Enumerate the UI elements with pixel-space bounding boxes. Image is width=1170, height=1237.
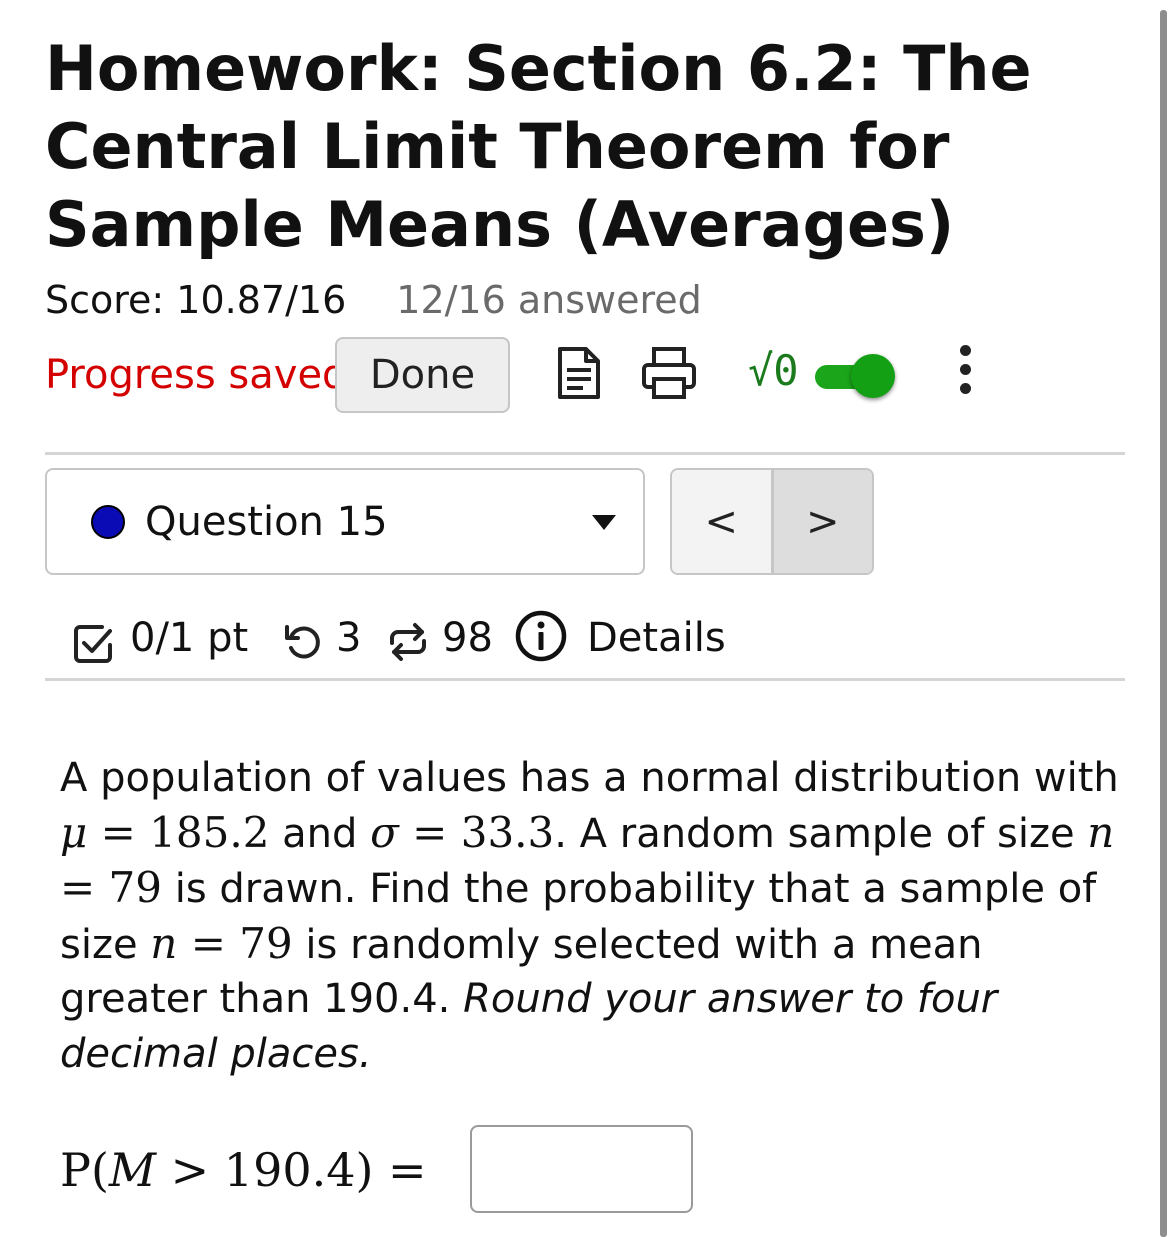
divider — [45, 678, 1125, 681]
done-button[interactable]: Done — [335, 337, 510, 413]
divider — [45, 452, 1125, 455]
document-icon[interactable] — [555, 345, 603, 405]
retry-icon — [282, 617, 324, 683]
toggle-switch[interactable] — [815, 354, 895, 400]
answer-input[interactable] — [470, 1125, 693, 1213]
retries-count: 3 — [336, 615, 362, 661]
attempts-icon — [386, 617, 430, 683]
question-select[interactable]: Question 15 — [45, 468, 645, 575]
progress-saved-status: Progress saved — [45, 352, 348, 398]
question-select-label: Question 15 — [145, 499, 388, 545]
scrollbar[interactable] — [1160, 10, 1167, 1237]
info-icon[interactable] — [514, 609, 568, 683]
previous-question-button[interactable]: < — [672, 470, 774, 573]
next-question-button[interactable]: > — [773, 470, 872, 573]
details-link[interactable]: Details — [587, 605, 726, 671]
answer-label: P(M > 190.4) = — [60, 1143, 427, 1197]
score-row: Score: 10.87/16 12/16 answered — [45, 276, 702, 324]
question-status-dot — [91, 505, 125, 539]
answered-count: 12/16 answered — [396, 278, 702, 322]
points-text: 0/1 pt — [130, 615, 249, 661]
print-icon[interactable] — [640, 345, 698, 405]
page-title: Homework: Section 6.2: The Central Limit… — [45, 32, 1032, 261]
problem-text: A population of values has a normal dist… — [60, 755, 1119, 1077]
question-pager: < > — [670, 468, 874, 575]
checkbox-score-icon — [72, 619, 114, 685]
score-text: Score: 10.87/16 — [45, 278, 347, 322]
attempts-count: 98 — [442, 615, 493, 661]
more-menu-icon[interactable] — [955, 345, 975, 401]
dropdown-caret-icon — [592, 515, 616, 530]
math-input-icon[interactable]: √0 — [748, 346, 799, 396]
